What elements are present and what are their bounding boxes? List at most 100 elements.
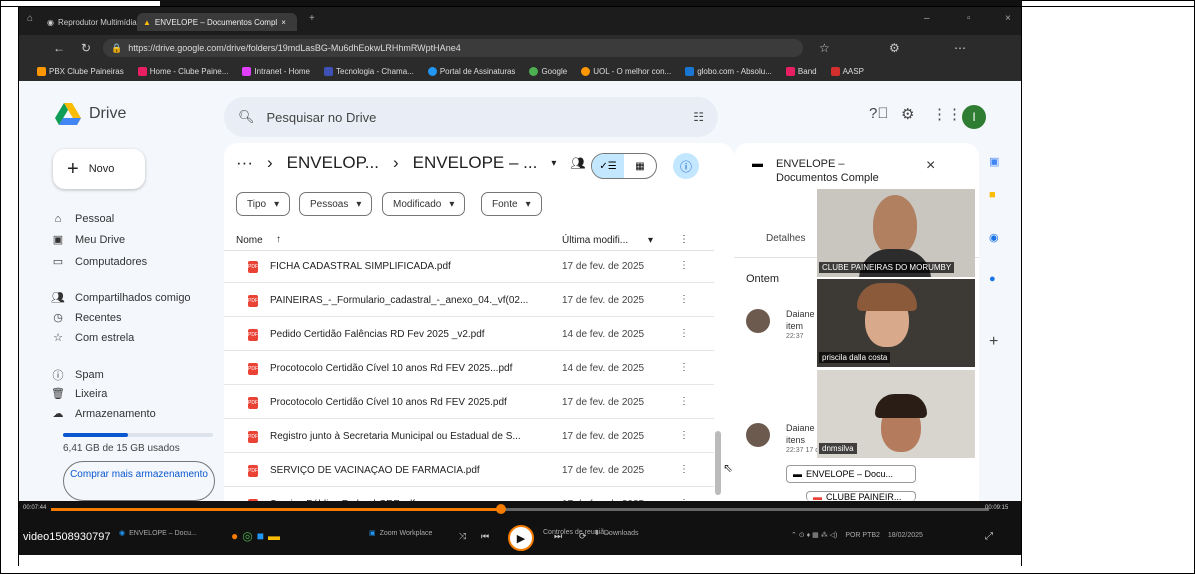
taskbar-item-browser[interactable]: ◉ ENVELOPE – Docu... xyxy=(119,529,197,538)
taskbar-app-icons[interactable]: ● ◎ ■ ▬ xyxy=(231,529,280,543)
sort-arrow-up-icon[interactable]: ↑ xyxy=(276,234,281,245)
tab-drive-envelope[interactable]: ▲ ENVELOPE – Documentos Compl × xyxy=(137,13,297,31)
filter-modificado[interactable]: Modificado ▾ xyxy=(382,192,466,216)
previous-icon[interactable]: ⏮ xyxy=(481,531,489,542)
table-row[interactable]: PDF PAINEIRAS_-_Formulario_cadastral_-_an… xyxy=(224,285,714,317)
bookmark-intranet[interactable]: Intranet - Home xyxy=(242,66,310,76)
more-actions-icon[interactable]: ⋮ xyxy=(679,362,689,373)
sidebar-item-meu-drive[interactable]: ▣ Meu Drive xyxy=(51,233,125,247)
filter-pessoas[interactable]: Pessoas ▾ xyxy=(299,192,373,216)
search-options-icon[interactable]: ☷ xyxy=(693,110,704,124)
bookmark-home-clube[interactable]: Home - Clube Paine... xyxy=(137,66,228,76)
new-tab-icon[interactable]: + xyxy=(309,13,315,24)
bookmark-tecnologia[interactable]: Tecnologia - Chama... xyxy=(324,66,414,76)
settings-icon[interactable]: ⚙ xyxy=(901,105,914,123)
sidebar-item-pessoal[interactable]: ⌂ Pessoal xyxy=(51,213,114,225)
favorite-icon[interactable]: ☆ xyxy=(819,41,830,55)
sidebar-item-armazenamento[interactable]: ☁ Armazenamento xyxy=(51,407,156,421)
grid-view-icon[interactable]: ▦ xyxy=(624,154,656,178)
breadcrumb-item[interactable]: ENVELOP... xyxy=(287,153,379,173)
search-input[interactable]: 🔍︎ Pesquisar no Drive ☷ xyxy=(224,97,718,137)
tab-media-player[interactable]: ◉ Reprodutor Multimídia xyxy=(41,13,143,31)
repeat-icon[interactable]: ⟳ xyxy=(579,531,587,542)
table-row[interactable]: PDF SERVIÇO DE VACINAÇÃO DE FARMACIA.pdf 1… xyxy=(224,455,714,487)
seek-bar[interactable] xyxy=(51,508,989,511)
folder-chip[interactable]: ▬ CLUBE PAINEIR... xyxy=(806,491,916,501)
bookmark-pbx[interactable]: PBX Clube Paineiras xyxy=(37,66,124,76)
bookmark-portal-assinaturas[interactable]: Portal de Assinaturas xyxy=(427,66,515,76)
column-more-icon[interactable]: ⋮ xyxy=(679,234,689,245)
play-pause-button[interactable]: ▶ xyxy=(508,525,534,551)
info-icon[interactable]: ⓘ xyxy=(673,153,699,179)
sidebar-item-lixeira[interactable]: 🗑︎ Lixeira xyxy=(51,387,107,401)
close-icon[interactable]: × xyxy=(926,157,935,175)
home-icon[interactable]: ⌂ xyxy=(27,13,33,24)
sidebar-item-spam[interactable]: ⓘ Spam xyxy=(51,367,104,383)
scrollbar[interactable] xyxy=(715,431,721,495)
filter-tipo[interactable]: Tipo ▾ xyxy=(236,192,291,216)
view-toggle[interactable]: ✓☰ ▦ xyxy=(591,153,657,179)
more-actions-icon[interactable]: ⋮ xyxy=(679,328,689,339)
participant-video[interactable]: priscila dalla costa xyxy=(817,279,975,367)
column-modified[interactable]: Última modifi... xyxy=(562,235,628,246)
extensions-icon[interactable]: ⚙ xyxy=(889,41,900,55)
new-button[interactable]: + Novo xyxy=(53,149,145,189)
close-window-icon[interactable]: × xyxy=(1005,13,1011,24)
more-path-icon[interactable]: ··· xyxy=(236,153,253,173)
more-actions-icon[interactable]: ⋮ xyxy=(679,430,689,441)
account-avatar[interactable]: I xyxy=(962,105,986,129)
list-view-icon[interactable]: ✓☰ xyxy=(592,154,624,178)
reload-icon[interactable]: ↻ xyxy=(81,41,91,55)
participant-video[interactable]: dnmsilva xyxy=(817,370,975,458)
sidebar-item-compartilhados[interactable]: 👥︎ Compartilhados comigo xyxy=(51,291,191,305)
fullscreen-icon[interactable]: ⤢ xyxy=(985,531,993,542)
sidebar-item-computadores[interactable]: ▭ Computadores xyxy=(51,255,147,269)
bookmark-band[interactable]: Band xyxy=(785,66,817,76)
table-row[interactable]: PDF FICHA CADASTRAL SIMPLIFICADA.pdf 17 de… xyxy=(224,251,714,283)
sort-dropdown-icon[interactable]: ▾ xyxy=(648,235,653,246)
chevron-down-icon[interactable]: ▾ xyxy=(551,158,556,169)
participant-video[interactable]: CLUBE PAINEIRAS DO MORUMBY xyxy=(817,189,975,277)
sidebar-item-recentes[interactable]: ◷ Recentes xyxy=(51,311,121,325)
add-app-icon[interactable]: + xyxy=(989,333,998,351)
column-name[interactable]: Nome xyxy=(236,235,263,246)
keep-icon[interactable]: ■ xyxy=(989,189,996,201)
tasks-icon[interactable]: ◉ xyxy=(989,231,999,244)
buy-storage-button[interactable]: Comprar mais armazenamento xyxy=(63,461,215,501)
more-actions-icon[interactable]: ⋮ xyxy=(679,396,689,407)
shuffle-icon[interactable]: ⤨ xyxy=(459,531,466,542)
table-row[interactable]: PDF Procotocolo Certidão Cível 10 anos Rd… xyxy=(224,353,714,385)
seek-handle[interactable] xyxy=(496,504,507,514)
menu-icon[interactable]: ⋯ xyxy=(954,41,966,55)
breadcrumb-current[interactable]: ENVELOPE – ... xyxy=(413,153,538,173)
taskbar-item-downloads[interactable]: ⬇ Downloads xyxy=(594,529,639,538)
calendar-icon[interactable]: ▣ xyxy=(989,155,999,168)
next-icon[interactable]: ⏭ xyxy=(554,531,562,542)
table-row[interactable]: PDF Pedido Certidão Falências RD Fev 2025… xyxy=(224,319,714,351)
more-actions-icon[interactable]: ⋮ xyxy=(679,464,689,475)
contacts-icon[interactable]: ● xyxy=(989,273,996,285)
window-maximize-icon[interactable]: ▫ xyxy=(967,13,971,24)
taskbar-item-zoom[interactable]: ▣ Zoom Workplace xyxy=(369,529,432,538)
table-row[interactable]: PDF Registro junto à Secretaria Municipal… xyxy=(224,421,714,453)
bookmark-globo[interactable]: globo.com - Absolu... xyxy=(685,66,772,76)
pdf-icon: PDF xyxy=(248,261,258,273)
minimize-icon[interactable]: – xyxy=(924,13,930,24)
drive-logo[interactable]: Drive xyxy=(55,103,126,125)
url-field[interactable]: 🔒 https://drive.google.com/drive/folders… xyxy=(103,39,803,57)
bookmark-aasp[interactable]: AASP xyxy=(830,66,864,76)
bookmark-google[interactable]: Google xyxy=(529,66,567,76)
back-icon[interactable]: ← xyxy=(53,41,65,55)
more-actions-icon[interactable]: ⋮ xyxy=(679,294,689,305)
bookmark-uol[interactable]: UOL - O melhor con... xyxy=(581,66,671,76)
filter-fonte[interactable]: Fonte ▾ xyxy=(481,192,542,216)
folder-chip[interactable]: ▬ ENVELOPE – Docu... xyxy=(786,465,916,483)
close-tab-icon[interactable]: × xyxy=(281,18,286,27)
tab-detalhes[interactable]: Detalhes xyxy=(766,233,805,244)
table-row[interactable]: PDF Procotocolo Certidão Cível 10 anos Rd… xyxy=(224,387,714,419)
more-actions-icon[interactable]: ⋮ xyxy=(679,260,689,271)
sidebar-item-com-estrela[interactable]: ☆ Com estrela xyxy=(51,331,134,345)
system-tray[interactable]: ⌃ ⊙ ♦ ▦ ⁂ ◁) POR PTB2 18/02/2025 xyxy=(791,531,923,539)
apps-grid-icon[interactable]: ⋮⋮ xyxy=(932,105,962,123)
help-icon[interactable]: ?⃝ xyxy=(869,105,889,122)
